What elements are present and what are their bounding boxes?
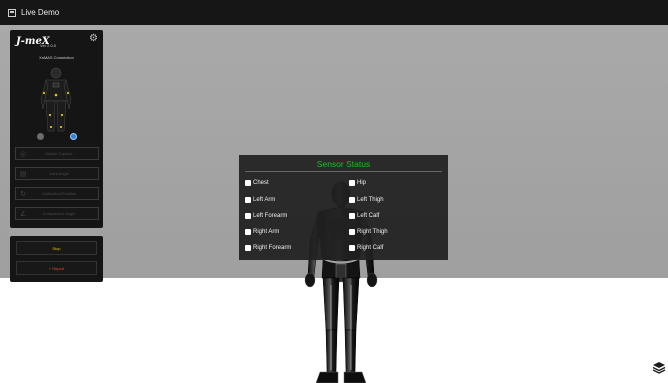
gear-icon[interactable]: ⚙: [89, 34, 98, 44]
suit-preview-image: [40, 67, 72, 132]
status-indicator-gray: [37, 133, 44, 140]
calibration-position-button[interactable]: ↻ Calibration/Position: [15, 187, 99, 200]
sensor-hip-checkbox[interactable]: Hip: [349, 180, 366, 186]
stop-button[interactable]: Stop: [16, 241, 97, 255]
checkbox-box[interactable]: [349, 229, 355, 235]
sensor-left-calf-checkbox[interactable]: Left Calf: [349, 213, 379, 219]
checkbox-box[interactable]: [349, 213, 355, 219]
report-button[interactable]: + Report: [16, 261, 97, 275]
sensor-left-forearm-checkbox[interactable]: Left Forearm: [245, 213, 287, 219]
checkbox-box[interactable]: [349, 245, 355, 251]
sensor-right-calf-checkbox[interactable]: Right Calf: [349, 245, 383, 251]
refresh-icon: ↻: [20, 190, 26, 198]
checkbox-box[interactable]: [349, 180, 355, 186]
status-indicator-blue: [70, 133, 77, 140]
control-panel: Stop + Report: [10, 236, 103, 282]
target-icon: ◎: [19, 150, 27, 158]
angle-icon: ∠: [19, 210, 27, 218]
sensor-left-arm-checkbox[interactable]: Left Arm: [245, 197, 275, 203]
sensor-right-arm-checkbox[interactable]: Right Arm: [245, 229, 279, 235]
checkbox-box[interactable]: [245, 180, 251, 186]
side-panel: J-meX Ver 2.0.0 ⚙ XsMAS Connection ◎ Mot…: [10, 30, 103, 228]
checkbox-box[interactable]: [245, 213, 251, 219]
joint-angle-button[interactable]: ▤ Joint Angle: [15, 167, 99, 180]
sensor-status-dialog: Sensor Status Chest Left Arm Left Forear…: [239, 155, 448, 260]
version-label: Ver 2.0.0: [40, 43, 57, 48]
layers-icon[interactable]: [652, 361, 666, 374]
sensor-left-thigh-checkbox[interactable]: Left Thigh: [349, 197, 384, 203]
checkbox-box[interactable]: [245, 229, 251, 235]
title-bar: Live Demo: [0, 0, 668, 25]
sensor-right-forearm-checkbox[interactable]: Right Forearm: [245, 245, 291, 251]
checkbox-box[interactable]: [349, 197, 355, 203]
divider: [245, 171, 442, 172]
connection-label: XsMAS Connection: [39, 55, 74, 60]
app-window-icon: [8, 8, 16, 17]
comparison-angle-button[interactable]: ∠ Comparison Angle: [15, 207, 99, 220]
checkbox-box[interactable]: [245, 197, 251, 203]
window-title: Live Demo: [21, 8, 60, 17]
document-icon: ▤: [19, 170, 27, 178]
dialog-title: Sensor Status: [316, 159, 371, 169]
motion-capture-button[interactable]: ◎ Motion Capture: [15, 147, 99, 160]
sensor-chest-checkbox[interactable]: Chest: [245, 180, 269, 186]
checkbox-box[interactable]: [245, 245, 251, 251]
sensor-right-thigh-checkbox[interactable]: Right Thigh: [349, 229, 388, 235]
